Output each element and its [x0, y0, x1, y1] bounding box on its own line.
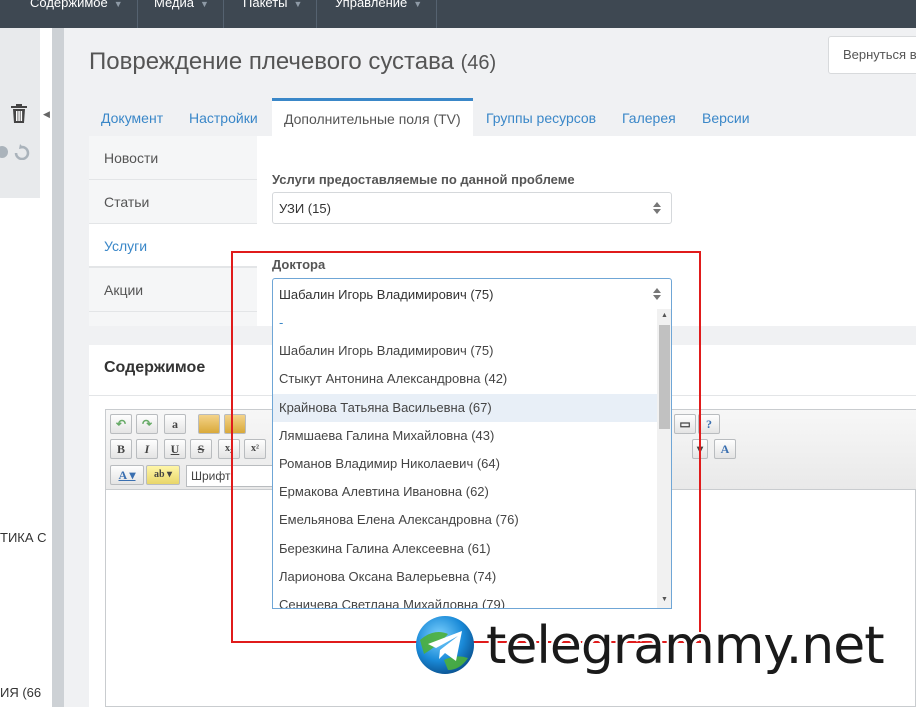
italic-button[interactable]: I	[136, 439, 158, 459]
watermark: telegrammy.net	[414, 614, 914, 678]
text-color-icon[interactable]: A ▾	[110, 465, 144, 485]
resource-id: (46)	[460, 52, 497, 74]
services-field-label: Услуги предоставляемые по данной проблем…	[272, 172, 575, 187]
refresh-icon	[14, 145, 30, 161]
undo-icon[interactable]: ↶	[110, 414, 132, 434]
help-icon[interactable]: ?	[698, 414, 720, 434]
chevron-down-icon: ▼	[293, 0, 303, 9]
watermark-text: telegrammy.net	[486, 616, 885, 676]
font-family-value: Шрифт	[191, 469, 231, 483]
tab-tv-fields[interactable]: Дополнительные поля (TV)	[272, 98, 473, 136]
chevron-down-icon: ▼	[113, 0, 123, 9]
resource-tree-panel	[0, 28, 52, 707]
strikethrough-button[interactable]: S	[190, 439, 212, 459]
nav-item-label: Медиа	[154, 0, 194, 10]
highlight-frame	[231, 251, 701, 643]
underline-button[interactable]: U	[164, 439, 186, 459]
tree-actions	[0, 144, 36, 161]
services-select[interactable]: УЗИ (15)	[272, 192, 672, 224]
tv-category-articles[interactable]: Статьи	[89, 180, 257, 224]
tab-resource-groups[interactable]: Группы ресурсов	[486, 98, 596, 136]
panel-splitter[interactable]: ◀	[43, 28, 64, 707]
chevron-down-icon: ▼	[413, 0, 423, 9]
tab-settings[interactable]: Настройки	[189, 98, 258, 136]
clear-format-icon[interactable]: A	[714, 439, 736, 459]
nav-item-packages[interactable]: Пакеты ▼	[229, 0, 318, 28]
tree-node-label[interactable]: ИЯ (66	[0, 685, 41, 700]
content-title: Содержимое	[104, 359, 206, 376]
redo-icon[interactable]: ↷	[136, 414, 158, 434]
back-button[interactable]: Вернуться в	[828, 36, 916, 74]
bold-button[interactable]: B	[110, 439, 132, 459]
tab-versions[interactable]: Версии	[702, 98, 750, 136]
nav-item-label: Пакеты	[243, 0, 288, 10]
tree-node-label[interactable]: ТИКА С	[0, 530, 47, 545]
tab-document[interactable]: Документ	[101, 98, 163, 136]
collapse-all-icon	[0, 146, 8, 158]
trash-icon[interactable]	[10, 104, 28, 124]
select-arrows-icon	[653, 202, 661, 214]
page-title: Повреждение плечевого сустава (46)	[89, 48, 496, 76]
tab-gallery[interactable]: Галерея	[622, 98, 676, 136]
nav-item-manage[interactable]: Управление ▼	[321, 0, 438, 28]
nav-item-media[interactable]: Медиа ▼	[140, 0, 224, 28]
paste-icon[interactable]	[198, 414, 220, 434]
top-navigation: Содержимое ▼ Медиа ▼ Пакеты ▼ Управление ▼	[0, 0, 916, 28]
select-all-icon[interactable]: a	[164, 414, 186, 434]
tv-category-news[interactable]: Новости	[89, 136, 257, 180]
telegram-globe-icon	[416, 616, 474, 674]
collapse-arrow-icon[interactable]: ◀	[43, 104, 52, 124]
highlight-color-icon[interactable]: ab ▾	[146, 465, 180, 485]
page-title-text: Повреждение плечевого сустава	[89, 48, 454, 75]
nav-item-label: Содержимое	[30, 0, 108, 10]
nav-item-content[interactable]: Содержимое ▼	[16, 0, 138, 28]
nav-item-label: Управление	[335, 0, 408, 10]
chevron-down-icon: ▼	[200, 0, 209, 9]
services-select-value: УЗИ (15)	[279, 201, 331, 216]
